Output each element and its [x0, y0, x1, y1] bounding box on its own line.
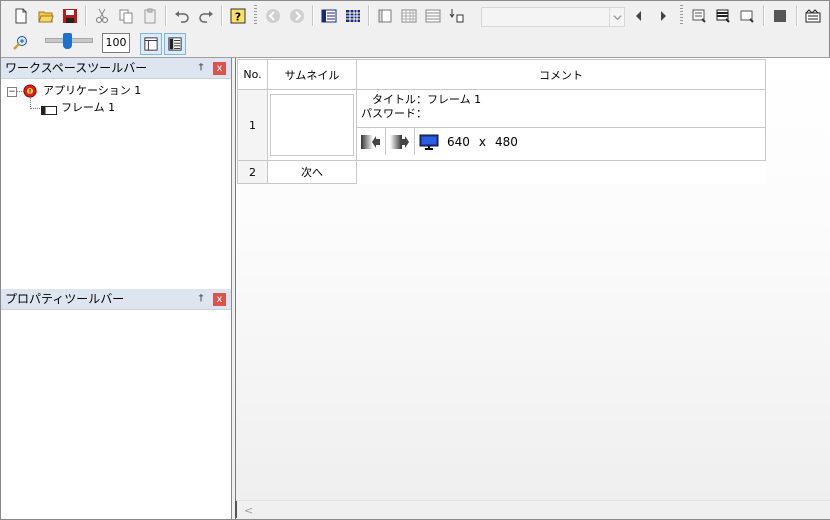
- main-toolbar: ?: [1, 1, 829, 31]
- chevron-down-icon[interactable]: [609, 8, 624, 26]
- layout-list-view-icon[interactable]: [164, 33, 186, 55]
- row-number: 2: [237, 160, 268, 184]
- column-header-comment: コメント: [356, 59, 766, 90]
- monitor-icon: [419, 134, 439, 150]
- property-toolbar-title: プロパティツールバー: [5, 292, 125, 306]
- horizontal-scrollbar[interactable]: <: [236, 500, 830, 518]
- close-icon[interactable]: x: [213, 62, 226, 75]
- layout-frame-view-icon[interactable]: [140, 33, 162, 55]
- insert-object-icon[interactable]: [447, 6, 467, 26]
- app-window: ? 100 ワークスペースツールバー † x プロパティツールバー † x − …: [0, 0, 830, 520]
- pin-icon[interactable]: †: [195, 293, 207, 305]
- next-cell[interactable]: 次へ: [267, 160, 357, 184]
- comment-cell[interactable]: タイトル：フレーム 1 パスワード： 640 x 480: [356, 89, 766, 161]
- new-file-icon[interactable]: [11, 6, 31, 26]
- close-icon[interactable]: x: [213, 293, 226, 306]
- back-circle-icon[interactable]: [263, 6, 283, 26]
- frame-edit-icon[interactable]: [689, 6, 709, 26]
- copy-icon[interactable]: [116, 6, 136, 26]
- list-view-icon[interactable]: [319, 6, 339, 26]
- movie-icon[interactable]: [803, 6, 823, 26]
- previous-arrow-icon[interactable]: [629, 6, 649, 26]
- application-icon: !: [23, 84, 37, 98]
- tree-expander[interactable]: −: [7, 87, 17, 97]
- frame-list-view: No. サムネイル コメント 1 タイトル：フレーム 1 パスワード： 640 …: [235, 58, 830, 519]
- transition-out-icon[interactable]: [386, 128, 415, 155]
- table-row[interactable]: 2 次へ: [237, 160, 766, 184]
- splitter-handle[interactable]: [235, 501, 242, 518]
- tree-item-frame[interactable]: フレーム 1: [61, 100, 115, 116]
- frame-password-line: パスワード：: [361, 107, 427, 120]
- thumbnail-cell[interactable]: [267, 89, 357, 161]
- left-dock: ワークスペースツールバー † x プロパティツールバー † x: [1, 58, 232, 519]
- workspace-toolbar-header: ワークスペースツールバー † x: [1, 58, 231, 79]
- size-width: 640: [447, 134, 470, 149]
- transition-in-icon[interactable]: [357, 128, 386, 155]
- save-icon[interactable]: [60, 6, 80, 26]
- svg-text:!: !: [29, 89, 32, 96]
- frame-list-icon[interactable]: [713, 6, 733, 26]
- table-row[interactable]: 1 タイトル：フレーム 1 パスワード： 640 x 480: [237, 89, 766, 161]
- cut-icon[interactable]: [92, 6, 112, 26]
- pin-icon[interactable]: †: [195, 62, 207, 74]
- tree-item-application[interactable]: アプリケーション 1: [43, 83, 141, 99]
- frame-table: No. サムネイル コメント 1 タイトル：フレーム 1 パスワード： 640 …: [237, 59, 766, 184]
- undo-icon[interactable]: [172, 6, 192, 26]
- zoom-value-field[interactable]: 100: [102, 33, 130, 53]
- workspace-toolbar-title: ワークスペースツールバー: [5, 61, 148, 75]
- grid-icon[interactable]: [399, 6, 419, 26]
- column-header-thumbnail: サムネイル: [267, 59, 357, 90]
- frame-title-line: タイトル：フレーム 1: [361, 93, 482, 106]
- column-header-no: No.: [237, 59, 268, 90]
- open-folder-icon[interactable]: [36, 6, 56, 26]
- size-separator: x: [478, 134, 487, 149]
- frame-icon: [41, 104, 57, 115]
- svg-text:?: ?: [235, 11, 241, 24]
- thumbnail-preview[interactable]: [270, 94, 354, 156]
- paste-icon[interactable]: [140, 6, 160, 26]
- frame-window-icon[interactable]: [737, 6, 757, 26]
- zoom-magnifier-icon[interactable]: [11, 33, 31, 53]
- row-number: 1: [237, 89, 268, 161]
- help-icon[interactable]: ?: [228, 6, 248, 26]
- frame-select-combo[interactable]: [481, 7, 625, 27]
- stop-icon[interactable]: [770, 6, 790, 26]
- next-arrow-icon[interactable]: [653, 6, 673, 26]
- redo-icon[interactable]: [196, 6, 216, 26]
- single-frame-icon[interactable]: [375, 6, 395, 26]
- table-view-icon[interactable]: [343, 6, 363, 26]
- screen-size: 640 x 480: [415, 128, 518, 155]
- zoom-slider-thumb[interactable]: [63, 33, 72, 49]
- rows-icon[interactable]: [423, 6, 443, 26]
- property-toolbar-header: プロパティツールバー † x: [1, 289, 231, 310]
- size-height: 480: [495, 134, 518, 149]
- forward-circle-icon[interactable]: [287, 6, 307, 26]
- scroll-left-arrow[interactable]: <: [244, 504, 253, 517]
